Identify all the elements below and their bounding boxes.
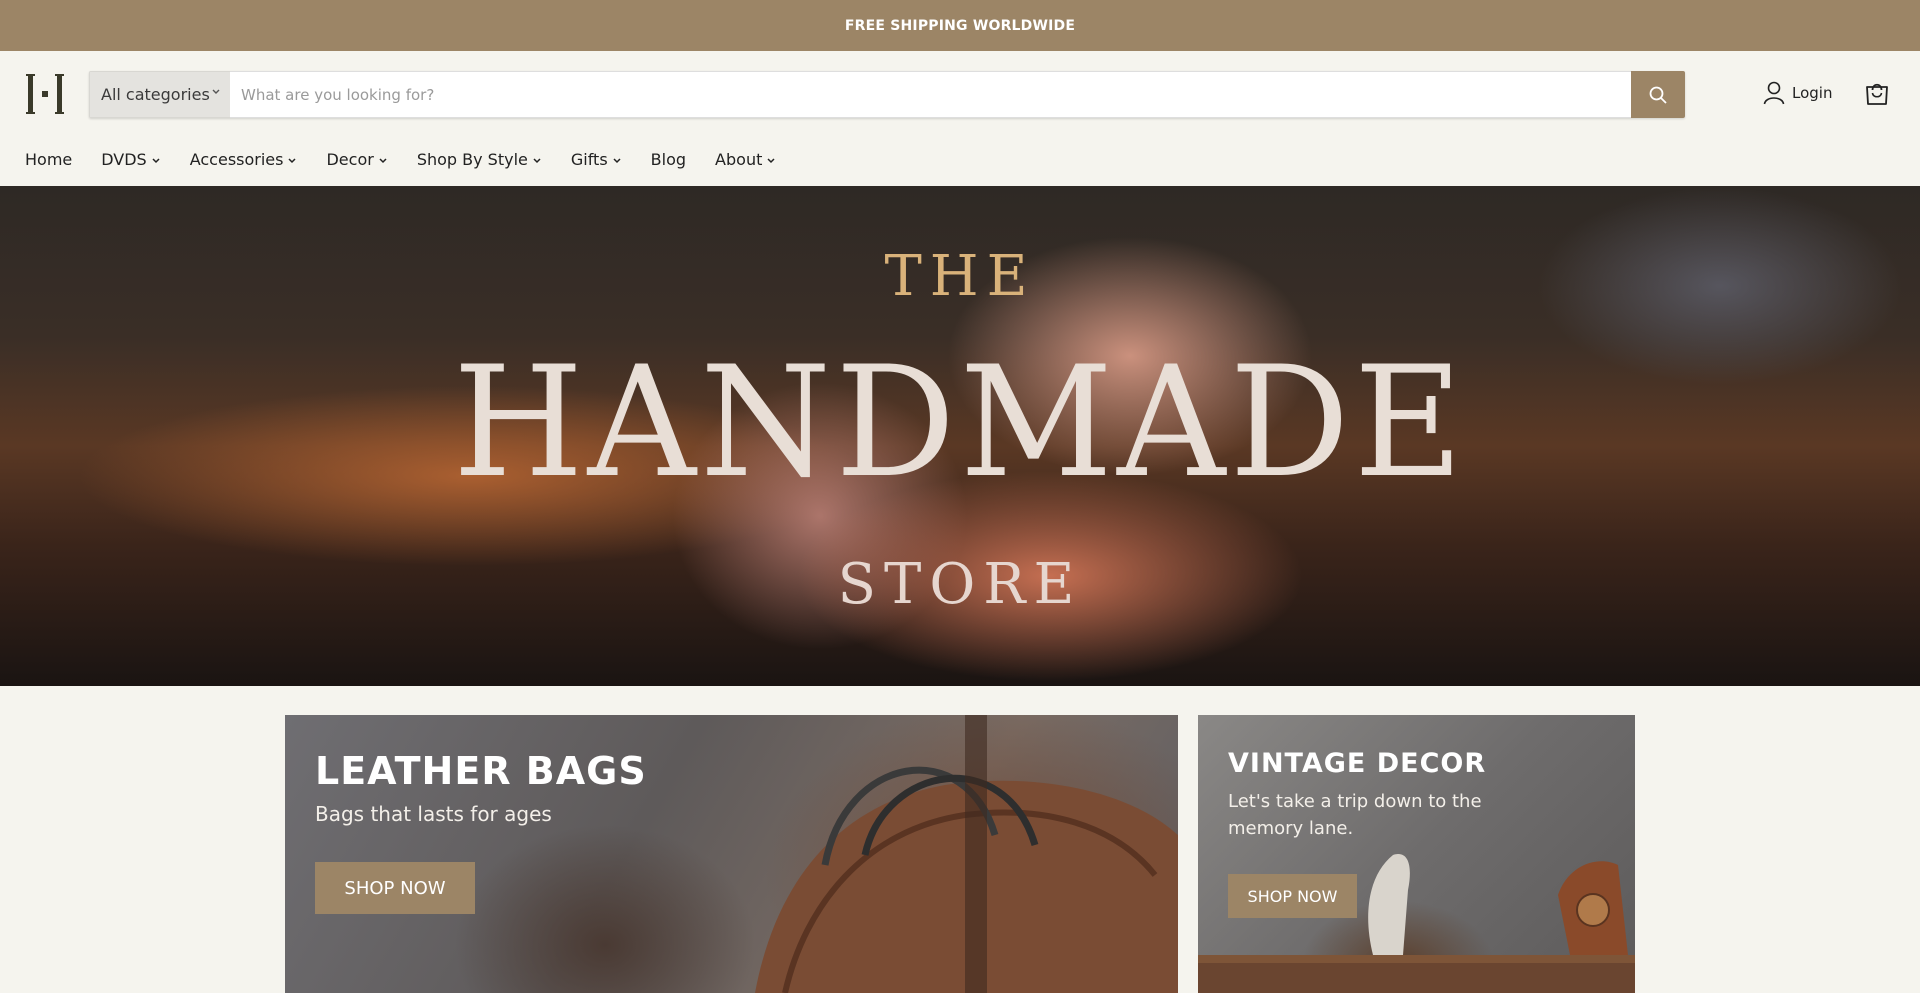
nav-label: Decor bbox=[326, 149, 374, 169]
chevron-down-icon bbox=[613, 157, 621, 163]
chevron-down-icon bbox=[152, 157, 160, 163]
shop-now-label: SHOP NOW bbox=[344, 877, 446, 899]
search-icon bbox=[1649, 86, 1667, 104]
chevron-down-icon bbox=[379, 157, 387, 163]
main-nav: Home DVDS Accessories Decor Shop By Styl… bbox=[0, 132, 1920, 186]
nav-label: Home bbox=[25, 149, 73, 169]
chevron-down-icon bbox=[212, 89, 220, 94]
promo-subtitle: Let's take a trip down to the memory lan… bbox=[1228, 791, 1482, 839]
chevron-down-icon bbox=[533, 157, 541, 163]
search-button[interactable] bbox=[1631, 71, 1685, 118]
user-icon bbox=[1763, 81, 1785, 105]
hero-banner[interactable]: THE HANDMADE STORE bbox=[0, 186, 1920, 686]
nav-label: DVDS bbox=[101, 149, 147, 169]
shop-now-button[interactable]: SHOP NOW bbox=[1228, 874, 1357, 918]
promo-subtitle: Bags that lasts for ages bbox=[315, 802, 552, 826]
chevron-down-icon bbox=[767, 157, 775, 163]
shop-now-button[interactable]: SHOP NOW bbox=[315, 862, 475, 914]
nav-label: Accessories bbox=[189, 149, 284, 169]
nav-label: About bbox=[715, 149, 763, 169]
nav-label: Shop By Style bbox=[416, 149, 528, 169]
promo-title: LEATHER BAGS bbox=[315, 749, 647, 793]
nav-item-decor[interactable]: Decor bbox=[326, 150, 387, 169]
nav-label: Blog bbox=[650, 149, 687, 169]
nav-item-home[interactable]: Home bbox=[25, 150, 72, 169]
announcement-bar: FREE SHIPPING WORLDWIDE bbox=[0, 0, 1920, 51]
nav-item-shop-by-style[interactable]: Shop By Style bbox=[417, 150, 542, 169]
promo-vintage-decor[interactable]: VINTAGE DECOR Let's take a trip down to … bbox=[1198, 715, 1635, 993]
shop-now-label: SHOP NOW bbox=[1247, 886, 1338, 906]
chevron-down-icon bbox=[288, 157, 297, 163]
category-label: All categories bbox=[101, 85, 210, 104]
promo-leather-bags[interactable]: LEATHER BAGS Bags that lasts for ages SH… bbox=[285, 715, 1178, 993]
search-placeholder: What are you looking for? bbox=[241, 85, 435, 104]
login-link[interactable]: Login bbox=[1763, 81, 1832, 105]
header: All categories What are you looking for?… bbox=[0, 51, 1920, 132]
nav-item-accessories[interactable]: Accessories bbox=[190, 150, 298, 169]
hero-line-the: THE bbox=[884, 244, 1036, 309]
nav-item-gifts[interactable]: Gifts bbox=[571, 150, 622, 169]
hero-line-handmade: HANDMADE bbox=[452, 334, 1468, 512]
nav-item-about[interactable]: About bbox=[715, 150, 776, 169]
promo-title: VINTAGE DECOR bbox=[1228, 748, 1487, 779]
logo[interactable] bbox=[26, 71, 64, 117]
nav-item-dvds[interactable]: DVDS bbox=[101, 150, 160, 169]
announcement-text: FREE SHIPPING WORLDWIDE bbox=[844, 17, 1076, 34]
leather-bag-image bbox=[755, 715, 1178, 993]
search-bar: All categories What are you looking for? bbox=[89, 71, 1685, 118]
category-select[interactable]: All categories bbox=[89, 71, 230, 118]
hero-line-store: STORE bbox=[837, 552, 1083, 617]
cart-icon[interactable] bbox=[1863, 79, 1891, 107]
login-label: Login bbox=[1792, 84, 1833, 102]
search-input[interactable]: What are you looking for? bbox=[230, 71, 1631, 118]
nav-item-blog[interactable]: Blog bbox=[651, 150, 686, 169]
nav-label: Gifts bbox=[570, 149, 608, 169]
